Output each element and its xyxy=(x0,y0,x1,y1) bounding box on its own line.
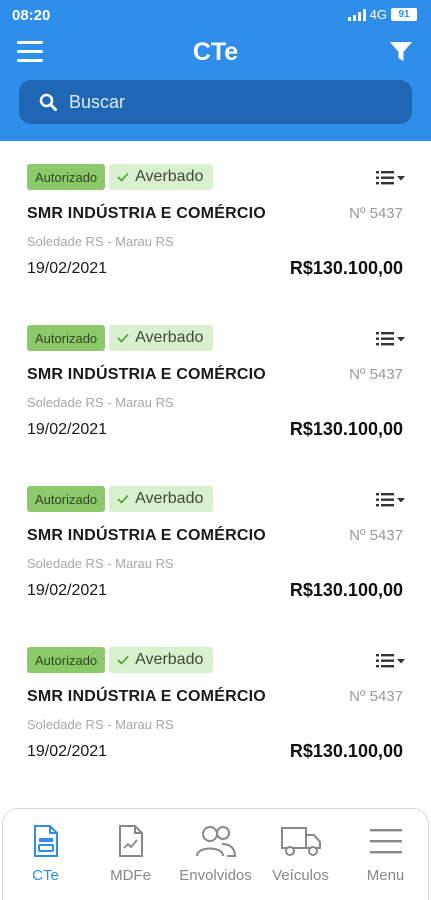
company-name: SMR INDÚSTRIA E COMÉRCIO xyxy=(27,366,266,383)
route: Soledade RS - Marau RS xyxy=(27,395,174,410)
cte-card[interactable]: Autorizado Averbado SMR INDÚSTRIA E COMÉ… xyxy=(0,624,431,785)
route: Soledade RS - Marau RS xyxy=(27,234,174,249)
hamburger-menu-icon xyxy=(369,829,402,854)
nav-label: Veículos xyxy=(272,867,329,884)
search-bar[interactable] xyxy=(19,80,412,124)
document-number: Nº 5437 xyxy=(349,527,403,544)
nav-item-menu[interactable]: Menu xyxy=(343,809,428,900)
list-options-icon xyxy=(376,171,405,185)
issue-date: 19/02/2021 xyxy=(27,260,108,277)
people-icon xyxy=(195,826,236,857)
nav-item-veiculos[interactable]: Veículos xyxy=(258,809,343,900)
mdfe-document-icon xyxy=(118,825,143,857)
page-title: CTe xyxy=(192,38,239,66)
amount: R$130.100,00 xyxy=(289,419,403,439)
issue-date: 19/02/2021 xyxy=(27,582,108,599)
document-number: Nº 5437 xyxy=(349,205,403,222)
list-options-icon xyxy=(376,654,405,668)
cte-document-icon xyxy=(33,825,58,857)
document-number: Nº 5437 xyxy=(349,688,403,705)
issue-date: 19/02/2021 xyxy=(27,421,108,438)
card-badges: Autorizado Averbado xyxy=(27,164,214,190)
document-number: Nº 5437 xyxy=(349,366,403,383)
check-icon xyxy=(117,494,129,504)
check-icon xyxy=(117,655,129,665)
status-indicators: 4G 91 xyxy=(347,7,417,22)
check-icon xyxy=(117,333,129,343)
averbado-badge: Averbado xyxy=(109,325,214,351)
averbado-label: Averbado xyxy=(135,490,204,507)
cte-card[interactable]: Autorizado Averbado SMR INDÚSTRIA E COMÉ… xyxy=(0,463,431,624)
averbado-badge: Averbado xyxy=(109,486,214,512)
averbado-label: Averbado xyxy=(135,168,204,185)
status-bar: 08:20 4G 91 xyxy=(0,0,431,30)
amount: R$130.100,00 xyxy=(289,580,403,600)
card-options-button[interactable] xyxy=(376,169,406,187)
list-options-icon xyxy=(376,332,405,346)
card-options-button[interactable] xyxy=(376,652,406,670)
issue-date: 19/02/2021 xyxy=(27,743,108,760)
route: Soledade RS - Marau RS xyxy=(27,556,174,571)
averbado-label: Averbado xyxy=(135,651,204,668)
route: Soledade RS - Marau RS xyxy=(27,717,174,732)
network-type: 4G xyxy=(369,7,387,22)
status-badge: Autorizado xyxy=(27,486,106,512)
amount: R$130.100,00 xyxy=(289,741,403,761)
check-icon xyxy=(117,172,129,182)
nav-label: CTe xyxy=(32,867,59,884)
card-badges: Autorizado Averbado xyxy=(27,325,214,351)
amount: R$130.100,00 xyxy=(289,258,403,278)
list-options-icon xyxy=(376,493,405,507)
status-badge: Autorizado xyxy=(27,325,106,351)
bottom-nav: CTe MDFe Envolvidos Veículos Menu xyxy=(2,808,429,900)
company-name: SMR INDÚSTRIA E COMÉRCIO xyxy=(27,527,266,544)
status-badge: Autorizado xyxy=(27,647,106,673)
averbado-label: Averbado xyxy=(135,329,204,346)
nav-item-envolvidos[interactable]: Envolvidos xyxy=(173,809,258,900)
status-badge: Autorizado xyxy=(27,164,106,190)
filter-icon[interactable] xyxy=(389,41,413,63)
nav-item-mdfe[interactable]: MDFe xyxy=(88,809,173,900)
app-header: 08:20 4G 91 CTe xyxy=(0,0,431,141)
cte-card[interactable]: Autorizado Averbado SMR INDÚSTRIA E COMÉ… xyxy=(0,302,431,463)
status-time: 08:20 xyxy=(12,7,51,24)
battery-icon: 91 xyxy=(391,8,417,21)
nav-item-cte[interactable]: CTe xyxy=(3,809,88,900)
battery-level: 91 xyxy=(398,9,410,20)
card-badges: Autorizado Averbado xyxy=(27,647,214,673)
company-name: SMR INDÚSTRIA E COMÉRCIO xyxy=(27,205,266,222)
cte-card[interactable]: Autorizado Averbado SMR INDÚSTRIA E COMÉ… xyxy=(0,141,431,302)
search-input[interactable] xyxy=(69,91,389,113)
signal-icon xyxy=(347,8,366,21)
company-name: SMR INDÚSTRIA E COMÉRCIO xyxy=(27,688,266,705)
nav-label: MDFe xyxy=(110,867,151,884)
nav-label: Menu xyxy=(366,867,405,884)
nav-label: Envolvidos xyxy=(179,867,252,884)
averbado-badge: Averbado xyxy=(109,647,214,673)
card-options-button[interactable] xyxy=(376,330,406,348)
averbado-badge: Averbado xyxy=(109,164,214,190)
card-options-button[interactable] xyxy=(376,491,406,509)
card-badges: Autorizado Averbado xyxy=(27,486,214,512)
search-icon xyxy=(39,93,57,111)
truck-icon xyxy=(280,827,321,856)
